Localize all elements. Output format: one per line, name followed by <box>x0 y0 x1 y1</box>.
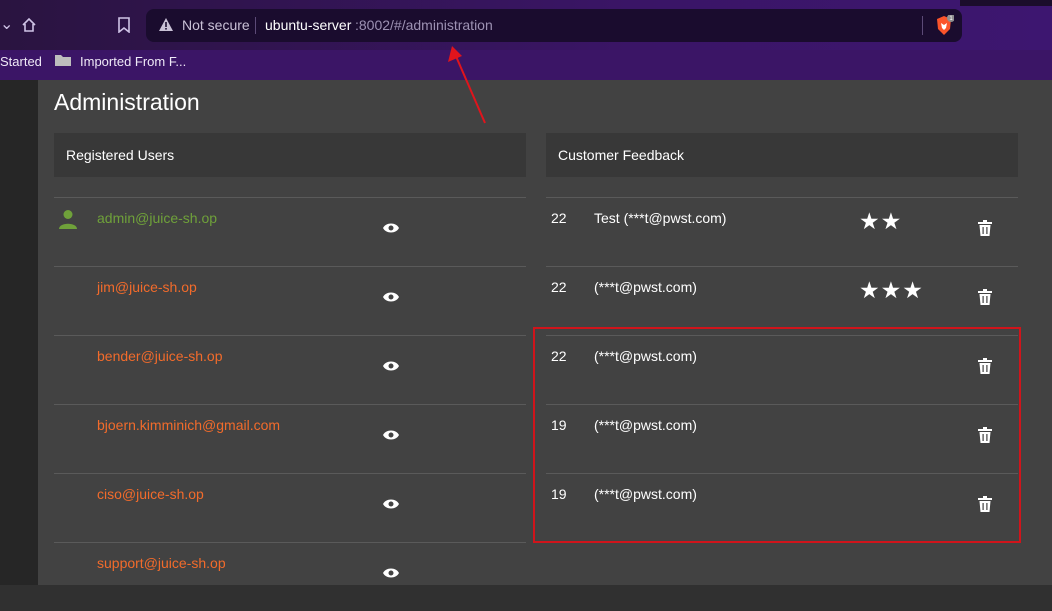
table-row: jim@juice-sh.op <box>54 266 526 335</box>
delete-icon[interactable] <box>978 289 992 305</box>
highlight-box <box>533 327 1021 543</box>
rating-stars: ★★ <box>859 208 903 234</box>
user-email: jim@juice-sh.op <box>97 279 197 295</box>
home-icon[interactable] <box>21 17 37 33</box>
eye-icon[interactable] <box>383 222 399 234</box>
user-email: support@juice-sh.op <box>97 555 226 571</box>
rating-stars: ★★★ <box>859 277 924 303</box>
not-secure-label[interactable]: Not secure <box>182 17 250 33</box>
table-row: bjoern.kimminich@gmail.com <box>54 404 526 473</box>
eye-icon[interactable] <box>383 360 399 372</box>
url-host[interactable]: ubuntu-server <box>265 17 351 33</box>
address-bar[interactable]: Not secure ubuntu-server :8002/#/adminis… <box>146 9 962 42</box>
feedback-user-id: 22 <box>551 279 567 295</box>
table-row: support@juice-sh.op <box>54 542 526 611</box>
eye-icon[interactable] <box>383 429 399 441</box>
page-title: Administration <box>54 89 200 115</box>
browser-toolbar: ⌄ Not secure ubuntu-server :8002/#/admin… <box>0 0 1052 50</box>
feedback-comment: Test (***t@pwst.com) <box>594 210 727 226</box>
eye-icon[interactable] <box>383 498 399 510</box>
eye-icon[interactable] <box>383 567 399 579</box>
customer-feedback-header: Customer Feedback <box>546 133 1018 177</box>
table-row: ciso@juice-sh.op <box>54 473 526 542</box>
admin-user-icon <box>59 210 77 229</box>
url-path[interactable]: :8002/#/administration <box>355 17 493 33</box>
users-list: admin@juice-sh.op jim@juice-sh.op bender… <box>54 197 526 587</box>
bookmarks-bar: Started Imported From F... <box>0 50 1052 80</box>
brave-shield-icon[interactable]: 1 <box>934 15 954 37</box>
sidenav-rail <box>0 80 38 585</box>
url-separator <box>255 17 256 34</box>
annotation-arrow <box>448 46 486 124</box>
url-divider <box>922 16 923 35</box>
bookmark-imported[interactable]: Imported From F... <box>80 54 186 69</box>
table-row: bender@juice-sh.op <box>54 335 526 404</box>
user-email: bjoern.kimminich@gmail.com <box>97 417 281 433</box>
folder-icon[interactable] <box>54 53 72 67</box>
user-email: admin@juice-sh.op <box>97 210 218 226</box>
table-row: 22 Test (***t@pwst.com) ★★ <box>546 197 1018 266</box>
table-row: admin@juice-sh.op <box>54 197 526 266</box>
table-row: 22 (***t@pwst.com) ★★★ <box>546 266 1018 335</box>
delete-icon[interactable] <box>978 220 992 236</box>
bookmark-icon[interactable] <box>117 17 131 33</box>
registered-users-header: Registered Users <box>54 133 526 177</box>
warning-icon[interactable] <box>158 17 174 33</box>
tab-strip-edge <box>960 0 1052 6</box>
feedback-comment: (***t@pwst.com) <box>594 279 697 295</box>
bookmark-started[interactable]: Started <box>0 54 42 69</box>
back-icon[interactable]: ⌄ <box>0 14 13 34</box>
user-email: ciso@juice-sh.op <box>97 486 204 502</box>
feedback-user-id: 22 <box>551 210 567 226</box>
eye-icon[interactable] <box>383 291 399 303</box>
user-email: bender@juice-sh.op <box>97 348 223 364</box>
